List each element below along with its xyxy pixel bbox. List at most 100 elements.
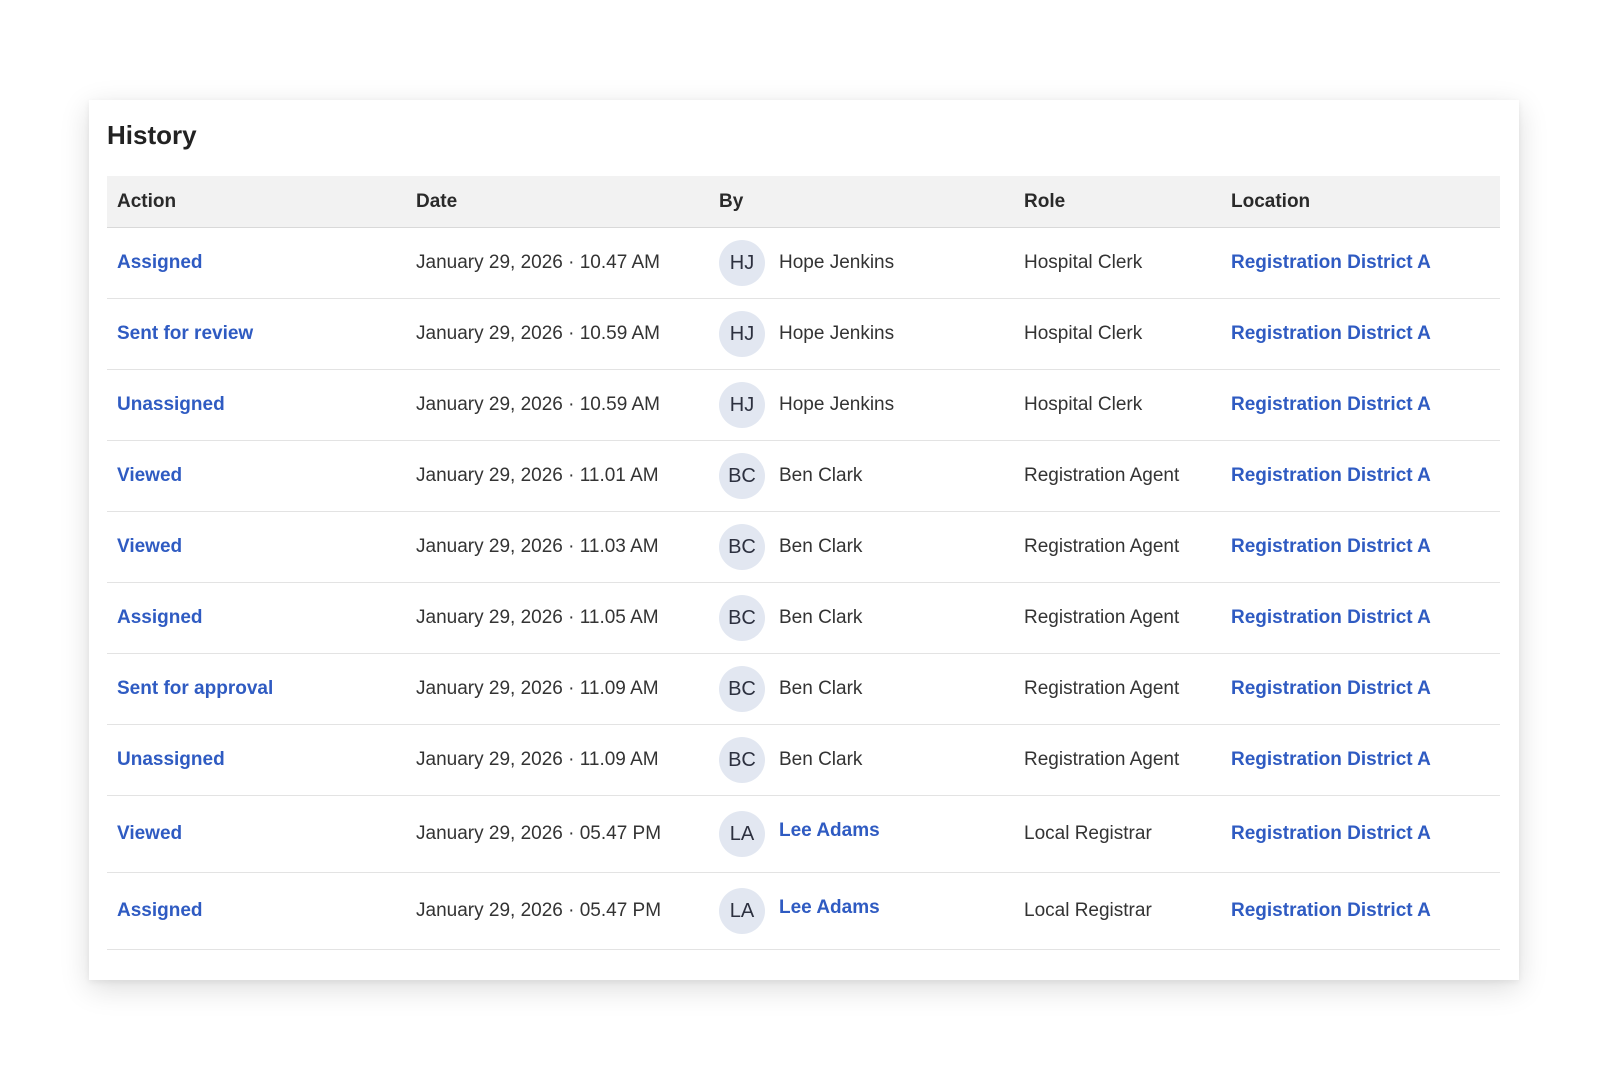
location-link[interactable]: Registration District A	[1231, 394, 1431, 415]
date-cell: January 29, 2026 · 10.59 AM	[416, 323, 660, 344]
avatar: LA	[719, 811, 765, 857]
page-title: History	[107, 120, 197, 150]
date-cell: January 29, 2026 · 05.47 PM	[416, 823, 662, 844]
location-link[interactable]: Registration District A	[1231, 678, 1431, 699]
location-link[interactable]: Registration District A	[1231, 823, 1431, 844]
location-cell: Registration District A	[1221, 607, 1500, 629]
location-link[interactable]: Registration District A	[1231, 607, 1431, 628]
table-header: Action Date By Role Location	[107, 176, 1500, 228]
table-row: Sent for approval January 29, 2026 · 11.0…	[107, 654, 1500, 725]
table-row: Sent for review January 29, 2026 · 10.59 …	[107, 299, 1500, 370]
date-cell: January 29, 2026 · 10.47 AM	[416, 252, 660, 273]
role-cell: Local Registrar	[1024, 823, 1152, 844]
table-row: Viewed January 29, 2026 · 11.01 AM BC Ben C…	[107, 441, 1500, 512]
action-link[interactable]: Unassigned	[117, 749, 225, 770]
location-link[interactable]: Registration District A	[1231, 323, 1431, 344]
role-cell: Hospital Clerk	[1024, 394, 1143, 415]
action-cell: Sent for review	[107, 323, 406, 345]
by-cell: LA Lee Adams	[709, 811, 1014, 857]
action-link[interactable]: Assigned	[117, 252, 203, 273]
action-link[interactable]: Viewed	[117, 465, 182, 486]
action-cell: Assigned	[107, 900, 406, 922]
location-cell: Registration District A	[1221, 252, 1500, 274]
avatar: HJ	[719, 240, 765, 286]
user-info: BC Ben Clark	[719, 453, 1014, 499]
user-name: Hope Jenkins	[779, 394, 895, 415]
user-name: Ben Clark	[779, 749, 863, 770]
action-cell: Sent for approval	[107, 678, 406, 700]
action-cell: Assigned	[107, 607, 406, 629]
by-cell: BC Ben Clark	[709, 737, 1014, 783]
user-info: LA Lee Adams	[719, 888, 1014, 934]
role-cell: Hospital Clerk	[1024, 252, 1143, 273]
location-cell: Registration District A	[1221, 749, 1500, 771]
location-cell: Registration District A	[1221, 465, 1500, 487]
role-cell: Registration Agent	[1024, 678, 1180, 699]
avatar: HJ	[719, 382, 765, 428]
location-link[interactable]: Registration District A	[1231, 465, 1431, 486]
avatar: LA	[719, 888, 765, 934]
table-row: Assigned January 29, 2026 · 11.05 AM BC Ben…	[107, 583, 1500, 654]
column-header-action: Action	[117, 190, 177, 212]
date-cell: January 29, 2026 · 10.59 AM	[416, 394, 660, 415]
by-cell: HJ Hope Jenkins	[709, 311, 1014, 357]
role-cell: Hospital Clerk	[1024, 323, 1143, 344]
user-info: HJ Hope Jenkins	[719, 240, 1014, 286]
user-info: BC Ben Clark	[719, 595, 1014, 641]
role-cell: Registration Agent	[1024, 465, 1180, 486]
location-link[interactable]: Registration District A	[1231, 536, 1431, 557]
table-row: Unassigned January 29, 2026 · 10.59 AM HJ H…	[107, 370, 1500, 441]
by-cell: BC Ben Clark	[709, 666, 1014, 712]
table-row: Assigned January 29, 2026 · 05.47 PM LA Lee…	[107, 873, 1500, 950]
date-cell: January 29, 2026 · 11.09 AM	[416, 749, 659, 770]
user-info: BC Ben Clark	[719, 737, 1014, 783]
action-link[interactable]: Sent for review	[117, 323, 253, 344]
location-link[interactable]: Registration District A	[1231, 252, 1431, 273]
user-info: BC Ben Clark	[719, 524, 1014, 570]
action-link[interactable]: Viewed	[117, 536, 182, 557]
avatar: BC	[719, 595, 765, 641]
action-link[interactable]: Assigned	[117, 900, 203, 921]
date-cell: January 29, 2026 · 11.01 AM	[416, 465, 659, 486]
column-header-location: Location	[1231, 190, 1311, 212]
user-info: BC Ben Clark	[719, 666, 1014, 712]
action-link[interactable]: Sent for approval	[117, 678, 273, 699]
by-cell: BC Ben Clark	[709, 453, 1014, 499]
location-link[interactable]: Registration District A	[1231, 900, 1431, 921]
role-cell: Registration Agent	[1024, 607, 1180, 628]
user-name: Ben Clark	[779, 678, 863, 699]
user-name: Ben Clark	[779, 536, 863, 557]
by-cell: HJ Hope Jenkins	[709, 382, 1014, 428]
location-cell: Registration District A	[1221, 323, 1500, 345]
user-name-link[interactable]: Lee Adams	[779, 820, 880, 842]
table-row: Viewed January 29, 2026 · 11.03 AM BC Ben C…	[107, 512, 1500, 583]
location-link[interactable]: Registration District A	[1231, 749, 1431, 770]
action-link[interactable]: Viewed	[117, 823, 182, 844]
action-cell: Viewed	[107, 536, 406, 558]
avatar: BC	[719, 666, 765, 712]
column-header-by: By	[719, 190, 744, 212]
action-cell: Viewed	[107, 465, 406, 487]
date-cell: January 29, 2026 · 11.09 AM	[416, 678, 659, 699]
location-cell: Registration District A	[1221, 678, 1500, 700]
location-cell: Registration District A	[1221, 536, 1500, 558]
avatar: BC	[719, 453, 765, 499]
action-link[interactable]: Assigned	[117, 607, 203, 628]
by-cell: BC Ben Clark	[709, 524, 1014, 570]
user-info: HJ Hope Jenkins	[719, 382, 1014, 428]
role-cell: Registration Agent	[1024, 536, 1180, 557]
action-link[interactable]: Unassigned	[117, 394, 225, 415]
avatar: BC	[719, 737, 765, 783]
table-row: Viewed January 29, 2026 · 05.47 PM LA Lee A…	[107, 796, 1500, 873]
action-cell: Assigned	[107, 252, 406, 274]
table-row: Assigned January 29, 2026 · 10.47 AM HJ Hop…	[107, 228, 1500, 299]
role-cell: Local Registrar	[1024, 900, 1152, 921]
user-name: Ben Clark	[779, 607, 863, 628]
by-cell: LA Lee Adams	[709, 888, 1014, 934]
avatar: BC	[719, 524, 765, 570]
user-info: LA Lee Adams	[719, 811, 1014, 857]
by-cell: BC Ben Clark	[709, 595, 1014, 641]
location-cell: Registration District A	[1221, 394, 1500, 416]
location-cell: Registration District A	[1221, 900, 1500, 922]
user-name-link[interactable]: Lee Adams	[779, 897, 880, 919]
